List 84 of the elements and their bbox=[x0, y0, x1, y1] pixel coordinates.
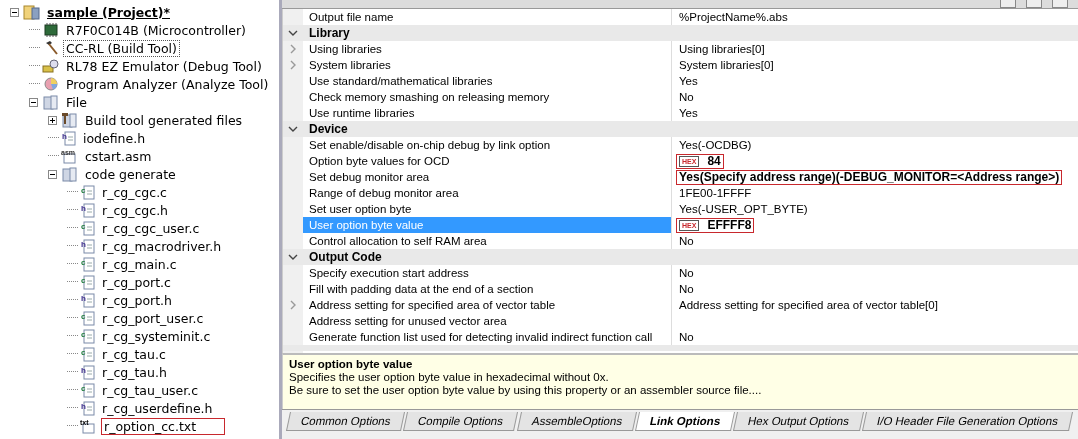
folder-icon bbox=[61, 112, 79, 128]
category-row[interactable]: Device bbox=[283, 121, 1078, 137]
tree-item[interactable]: r_cg_systeminit.c bbox=[99, 327, 214, 345]
tree-item[interactable]: code generate bbox=[82, 165, 179, 183]
tab[interactable]: AssembleOptions bbox=[516, 412, 637, 431]
collapse-toggle[interactable] bbox=[10, 7, 21, 17]
chip-icon bbox=[42, 22, 60, 38]
tree-item[interactable]: r_cg_main.c bbox=[99, 255, 180, 273]
description-text: Specifies the user option byte value in hexadecimal without 0x. bbox=[289, 371, 610, 384]
tree-item[interactable]: RL78 EZ Emulator (Debug Tool) bbox=[63, 57, 265, 75]
collapse-toggle[interactable] bbox=[48, 169, 59, 179]
source-file-icon: h bbox=[80, 292, 96, 308]
property-name[interactable]: Check memory smashing on releasing memory bbox=[303, 89, 672, 105]
source-file-icon: h bbox=[80, 202, 96, 218]
tree-item[interactable]: r_cg_tau_user.c bbox=[99, 381, 202, 399]
source-file-icon: h bbox=[80, 238, 96, 254]
source-file-icon: c bbox=[80, 310, 96, 326]
tree-item[interactable]: sample (Project)* bbox=[44, 3, 173, 21]
value-text: 84 bbox=[707, 154, 721, 168]
tree-item[interactable]: r_cg_tau.h bbox=[99, 363, 170, 381]
source-file-icon: h bbox=[80, 364, 96, 380]
collapse-chevron-icon[interactable] bbox=[288, 29, 298, 37]
tab[interactable]: Hex Output Options bbox=[732, 412, 864, 431]
folder-icon bbox=[61, 166, 79, 182]
description-text: Be sure to set the user option byte value by using this property or an assembler source file.... bbox=[289, 384, 763, 397]
tree-item[interactable]: r_cg_userdefine.h bbox=[99, 399, 216, 417]
tree-item[interactable]: cstart.asm bbox=[82, 147, 155, 165]
property-name[interactable]: Address setting for unused vector area bbox=[303, 313, 672, 329]
source-file-icon: c bbox=[80, 220, 96, 236]
source-file-icon: c bbox=[80, 346, 96, 362]
property-name[interactable]: Address setting for specified area of vector table bbox=[303, 297, 672, 313]
tree-item[interactable]: Program Analyzer (Analyze Tool) bbox=[63, 75, 272, 93]
property-name[interactable]: System libraries bbox=[303, 57, 672, 73]
category-label: Device bbox=[308, 122, 348, 136]
source-file-icon: c bbox=[80, 382, 96, 398]
tree-item[interactable]: r_cg_cgc_user.c bbox=[99, 219, 203, 237]
value-text: EFFFF8 bbox=[707, 218, 752, 232]
tree-item[interactable]: File bbox=[63, 93, 90, 111]
tree-item[interactable]: r_cg_port.c bbox=[99, 273, 174, 291]
property-name[interactable]: Range of debug monitor area bbox=[303, 185, 672, 201]
property-name[interactable]: Set debug monitor area bbox=[303, 169, 672, 185]
pie-chart-icon bbox=[42, 76, 60, 92]
expand-toggle[interactable] bbox=[48, 115, 59, 125]
property-name[interactable]: Use standard/mathematical libraries bbox=[303, 73, 672, 89]
tree-item[interactable]: r_cg_tau.c bbox=[99, 345, 169, 363]
toolbar-button[interactable] bbox=[1000, 0, 1016, 8]
tree-item[interactable]: R7F0C014B (Microcontroller) bbox=[63, 21, 249, 39]
source-file-icon: c bbox=[80, 256, 96, 272]
folder-icon bbox=[42, 94, 60, 110]
tree-item[interactable]: r_cg_cgc.c bbox=[99, 183, 170, 201]
property-name[interactable]: Fill with padding data at the end of a section bbox=[303, 281, 672, 297]
project-icon bbox=[23, 4, 41, 20]
collapse-chevron-icon[interactable] bbox=[288, 125, 298, 133]
property-name[interactable]: Set enable/disable on-chip debug by link option bbox=[303, 137, 672, 153]
toolbar-button[interactable] bbox=[1052, 0, 1068, 8]
tree-item[interactable]: iodefine.h bbox=[80, 129, 149, 147]
toolbar-button[interactable] bbox=[1026, 0, 1042, 8]
tree-item[interactable]: CC-RL (Build Tool) bbox=[63, 39, 180, 57]
tree-item[interactable]: Build tool generated files bbox=[82, 111, 246, 129]
source-file-icon: c bbox=[80, 328, 96, 344]
property-name[interactable]: Option byte values for OCD bbox=[303, 153, 672, 169]
tab[interactable]: Compile Options bbox=[403, 412, 519, 431]
tree-item[interactable]: r_cg_cgc.h bbox=[99, 201, 172, 219]
tab[interactable]: I/O Header File Generation Options bbox=[861, 412, 1073, 431]
source-file-icon: h bbox=[80, 400, 96, 416]
collapse-toggle[interactable] bbox=[29, 97, 40, 107]
tree-item[interactable]: r_cg_port_user.c bbox=[99, 309, 207, 327]
source-file-icon: c bbox=[80, 184, 96, 200]
category-row[interactable]: Output Code bbox=[283, 249, 1078, 265]
category-label: Output Code bbox=[308, 250, 382, 264]
category-label: Library bbox=[308, 26, 350, 40]
collapse-chevron-icon[interactable] bbox=[288, 253, 298, 261]
tree-item[interactable]: r_option_cc.txt bbox=[101, 417, 226, 435]
tree-item[interactable]: r_cg_port.h bbox=[99, 291, 175, 309]
category-row[interactable]: Library bbox=[283, 25, 1078, 41]
description-title: User option byte value bbox=[289, 358, 414, 371]
tab[interactable]: Link Options bbox=[634, 412, 735, 431]
tree-item[interactable]: r_cg_macrodriver.h bbox=[99, 237, 225, 255]
property-name[interactable]: Using libraries bbox=[303, 41, 672, 57]
source-file-icon: c bbox=[80, 274, 96, 290]
source-file-icon: h bbox=[61, 130, 77, 146]
emulator-icon bbox=[42, 58, 60, 74]
property-name[interactable]: Specify execution start address bbox=[303, 265, 672, 281]
tab[interactable]: Common Options bbox=[286, 412, 406, 431]
